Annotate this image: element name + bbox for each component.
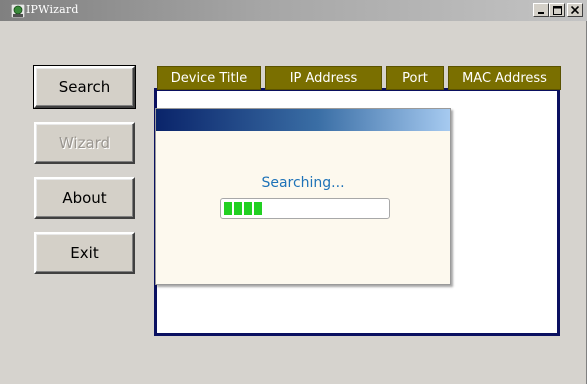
close-icon bbox=[571, 6, 579, 14]
column-header-mac-address[interactable]: MAC Address bbox=[448, 66, 561, 90]
progress-segment bbox=[224, 202, 232, 215]
progress-segment bbox=[234, 202, 242, 215]
column-header-port[interactable]: Port bbox=[386, 66, 444, 90]
search-progress-dialog: Searching... bbox=[155, 108, 451, 285]
maximize-icon bbox=[552, 5, 562, 15]
column-header-ip-address[interactable]: IP Address bbox=[265, 66, 382, 90]
minimize-button[interactable] bbox=[533, 3, 549, 17]
progress-bar bbox=[220, 198, 390, 219]
app-window: IPWizard Search Wizard About Exit Device… bbox=[0, 0, 587, 384]
about-button[interactable]: About bbox=[34, 177, 135, 219]
exit-button[interactable]: Exit bbox=[34, 232, 135, 274]
column-header-device-title[interactable]: Device Title bbox=[157, 66, 261, 90]
device-list-header: Device Title IP Address Port MAC Address bbox=[157, 66, 561, 90]
progress-segment bbox=[254, 202, 262, 215]
dialog-title-bar[interactable] bbox=[156, 109, 450, 131]
window-controls bbox=[533, 3, 583, 17]
close-button[interactable] bbox=[567, 3, 583, 17]
progress-fill bbox=[224, 202, 262, 215]
window-title: IPWizard bbox=[26, 3, 79, 16]
minimize-icon bbox=[538, 12, 544, 14]
title-bar[interactable]: IPWizard bbox=[0, 0, 587, 21]
restore-button[interactable] bbox=[549, 3, 565, 17]
wizard-button[interactable]: Wizard bbox=[34, 122, 135, 164]
progress-segment bbox=[244, 202, 252, 215]
network-globe-icon bbox=[10, 3, 26, 19]
search-button[interactable]: Search bbox=[33, 65, 136, 109]
status-text: Searching... bbox=[261, 175, 345, 191]
